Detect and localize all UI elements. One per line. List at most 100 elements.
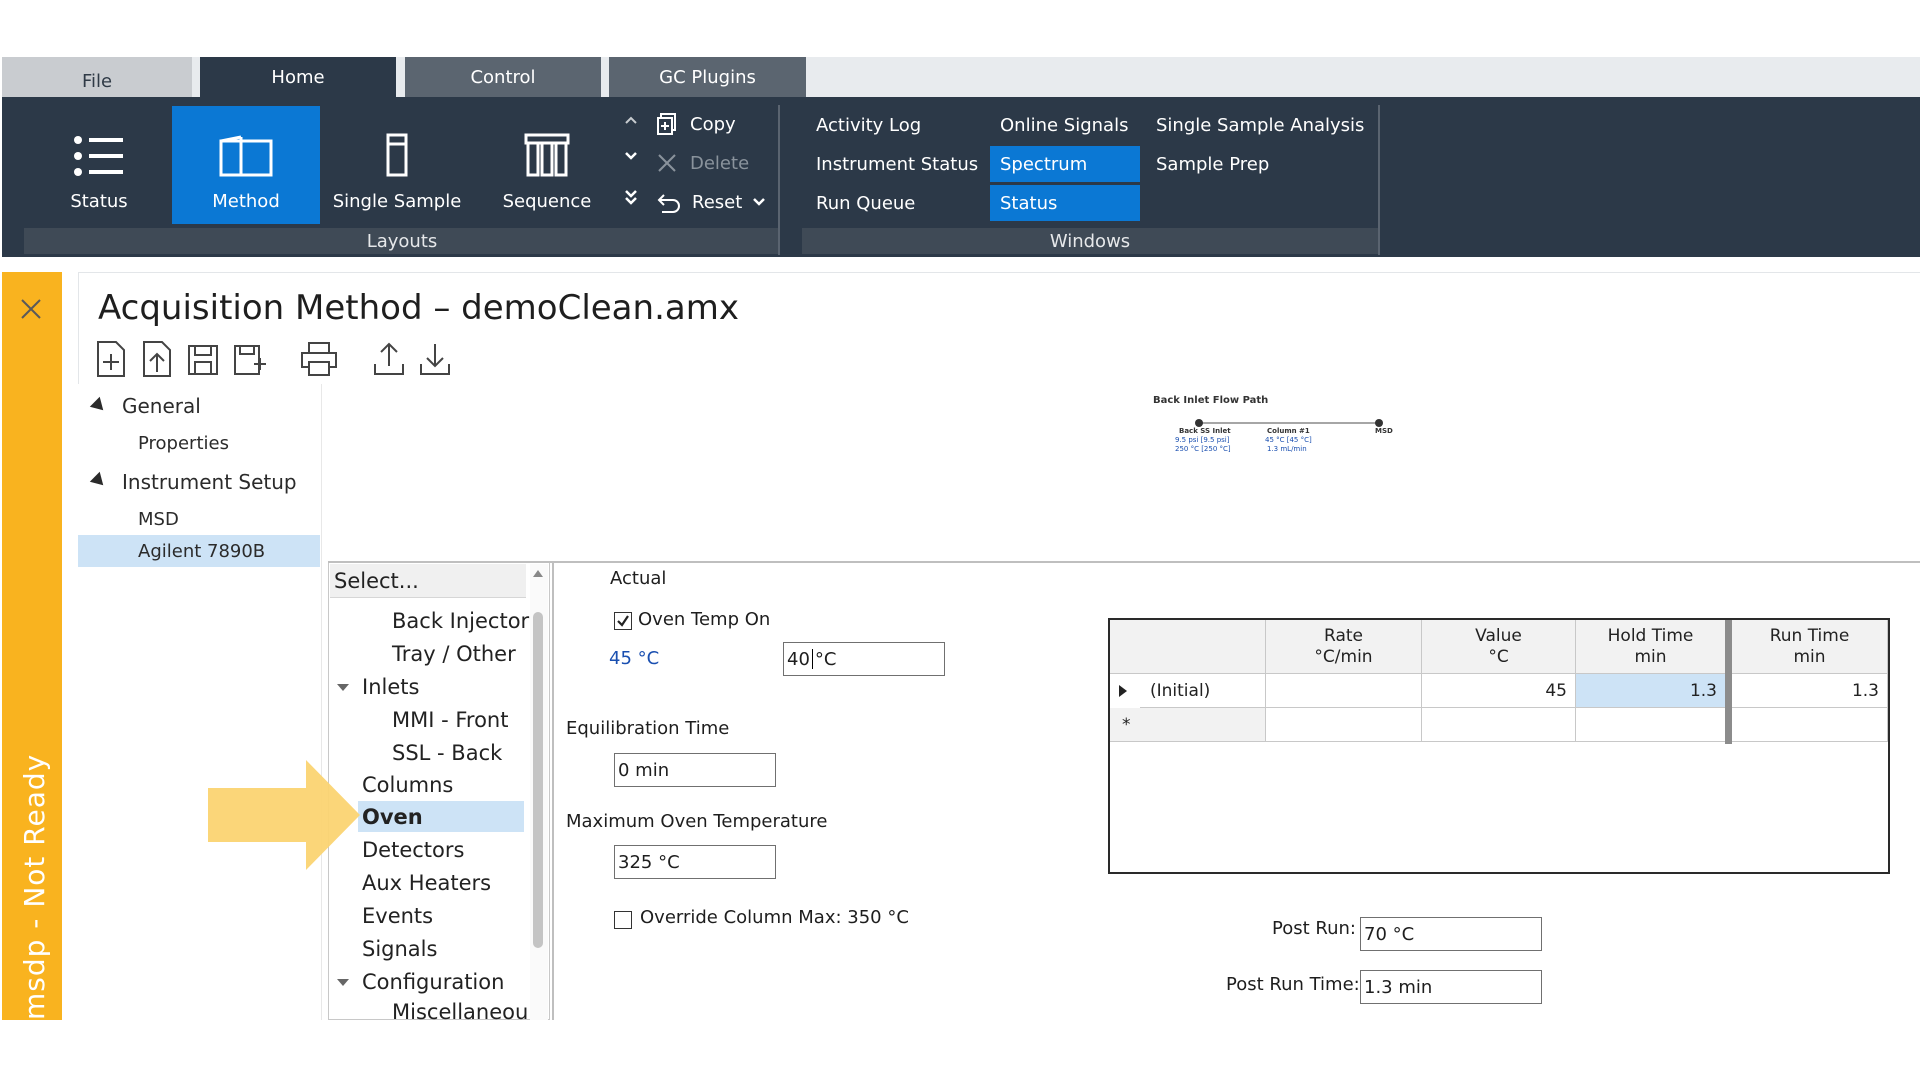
row-selector-icon bbox=[1119, 685, 1127, 697]
nav-agilent-7890b[interactable]: Agilent 7890B bbox=[78, 535, 320, 567]
table-row-label: (Initial) bbox=[1140, 674, 1266, 708]
oven-temp-on-checkbox[interactable] bbox=[614, 612, 632, 630]
tree-item-events[interactable]: Events bbox=[362, 901, 433, 931]
rate-cell[interactable] bbox=[1266, 708, 1422, 742]
oven-setpoint-input[interactable]: 40 °C bbox=[783, 642, 945, 676]
sequence-layout-button[interactable]: Sequence bbox=[476, 106, 618, 224]
tree-item-mmi-front[interactable]: MMI - Front bbox=[392, 705, 508, 735]
list-icon bbox=[74, 136, 123, 176]
vial-icon bbox=[386, 133, 408, 177]
single-sample-analysis-button[interactable]: Single Sample Analysis bbox=[1146, 107, 1370, 143]
run-time-column-header[interactable]: Run Time min bbox=[1732, 620, 1888, 674]
close-icon[interactable] bbox=[16, 294, 46, 324]
equilibration-time-input[interactable]: 0 min bbox=[614, 753, 776, 787]
hold-time-cell[interactable]: 1.3 bbox=[1576, 674, 1726, 708]
tab-file[interactable]: File bbox=[2, 57, 192, 97]
nav-properties[interactable]: Properties bbox=[138, 430, 229, 456]
status-layout-button[interactable]: Status bbox=[24, 106, 174, 224]
hold-time-header-unit: min bbox=[1634, 647, 1667, 667]
ribbon-separator bbox=[778, 105, 780, 255]
rate-header-title: Rate bbox=[1324, 626, 1363, 646]
text-cursor bbox=[811, 649, 813, 669]
sample-prep-button[interactable]: Sample Prep bbox=[1146, 146, 1370, 182]
flow-inlet-name: Back SS Inlet bbox=[1179, 427, 1231, 435]
open-file-icon[interactable] bbox=[140, 340, 174, 378]
nav-general[interactable]: General bbox=[122, 392, 201, 420]
flow-inlet-pressure: 9.5 psi [9.5 psi] bbox=[1175, 436, 1230, 444]
expand-arrow-icon[interactable] bbox=[337, 979, 349, 986]
tree-item-columns[interactable]: Columns bbox=[362, 770, 453, 800]
tab-control[interactable]: Control bbox=[405, 57, 601, 97]
single-sample-layout-button[interactable]: Single Sample bbox=[320, 106, 474, 224]
override-column-max-checkbox[interactable] bbox=[614, 911, 632, 929]
instrument-status-button[interactable]: Instrument Status bbox=[806, 146, 986, 182]
tree-item-detectors[interactable]: Detectors bbox=[362, 835, 464, 865]
export-icon[interactable] bbox=[372, 340, 406, 378]
nav-msd[interactable]: MSD bbox=[138, 506, 179, 532]
print-icon[interactable] bbox=[300, 340, 338, 378]
checkmark-icon bbox=[617, 615, 629, 627]
scroll-up-icon[interactable] bbox=[533, 570, 543, 577]
tree-select-header[interactable]: Select... bbox=[330, 564, 526, 598]
max-oven-temp-input[interactable]: 325 °C bbox=[614, 845, 776, 879]
page-title: Acquisition Method – demoClean.amx bbox=[98, 288, 739, 328]
save-as-icon[interactable] bbox=[232, 340, 266, 378]
rate-header-unit: °C/min bbox=[1314, 647, 1373, 667]
tree-item-inlets[interactable]: Inlets bbox=[362, 672, 419, 702]
import-icon[interactable] bbox=[418, 340, 452, 378]
expand-more-icon[interactable] bbox=[624, 189, 638, 205]
instrument-status-text: msdp - Not Ready bbox=[18, 753, 51, 1020]
chevron-down-icon[interactable] bbox=[624, 151, 638, 161]
run-time-header-unit: min bbox=[1793, 647, 1826, 667]
method-layout-button[interactable]: Method bbox=[172, 106, 320, 224]
rate-cell[interactable] bbox=[1266, 674, 1422, 708]
online-signals-button[interactable]: Online Signals bbox=[990, 107, 1140, 143]
tree-item-signals[interactable]: Signals bbox=[362, 934, 437, 964]
reset-button[interactable]: Reset bbox=[656, 187, 766, 217]
tree-item-aux-heaters[interactable]: Aux Heaters bbox=[362, 868, 491, 898]
post-run-time-input[interactable]: 1.3 min bbox=[1360, 970, 1542, 1004]
section-divider bbox=[328, 561, 1920, 563]
max-oven-temp-label: Maximum Oven Temperature bbox=[566, 811, 828, 832]
hold-time-column-header[interactable]: Hold Time min bbox=[1576, 620, 1726, 674]
status-window-button[interactable]: Status bbox=[990, 185, 1140, 221]
flow-column-flow: 1.3 mL/min bbox=[1267, 445, 1307, 453]
tree-item-back-injector[interactable]: Back Injector bbox=[392, 606, 529, 636]
tree-item-ssl-back[interactable]: SSL - Back bbox=[392, 738, 502, 768]
layouts-group-label: Layouts bbox=[24, 228, 780, 254]
method-layout-label: Method bbox=[212, 191, 280, 212]
value-cell[interactable] bbox=[1422, 708, 1576, 742]
run-time-cell: 1.3 bbox=[1732, 674, 1888, 708]
hold-time-header-title: Hold Time bbox=[1607, 626, 1694, 646]
copy-button[interactable]: Copy bbox=[656, 109, 736, 139]
post-run-time-label: Post Run Time: bbox=[1226, 974, 1360, 995]
flow-detector-name: MSD bbox=[1375, 427, 1393, 435]
pointer-arrow-icon bbox=[208, 760, 360, 870]
tree-item-miscellaneous[interactable]: Miscellaneou bbox=[392, 1000, 528, 1020]
save-icon[interactable] bbox=[186, 340, 220, 378]
tab-home[interactable]: Home bbox=[200, 57, 396, 97]
oven-setpoint-unit: °C bbox=[814, 648, 837, 670]
spectrum-button[interactable]: Spectrum bbox=[990, 146, 1140, 182]
oven-setpoint-value: 40 bbox=[787, 648, 810, 670]
hold-time-cell[interactable] bbox=[1576, 708, 1726, 742]
tree-item-configuration[interactable]: Configuration bbox=[362, 967, 504, 997]
post-run-input[interactable]: 70 °C bbox=[1360, 917, 1542, 951]
delete-button[interactable]: Delete bbox=[656, 148, 749, 178]
nav-instrument-setup[interactable]: Instrument Setup bbox=[122, 468, 297, 496]
chevron-up-icon[interactable] bbox=[624, 115, 638, 125]
value-column-header[interactable]: Value °C bbox=[1422, 620, 1576, 674]
run-queue-button[interactable]: Run Queue bbox=[806, 185, 986, 221]
tree-scroll-thumb[interactable] bbox=[533, 612, 543, 948]
frozen-column-divider bbox=[1725, 620, 1732, 744]
value-cell[interactable]: 45 bbox=[1422, 674, 1576, 708]
expand-arrow-icon[interactable] bbox=[337, 684, 349, 691]
tree-item-oven[interactable]: Oven bbox=[358, 801, 524, 832]
new-file-icon[interactable] bbox=[94, 340, 128, 378]
value-header-unit: °C bbox=[1488, 647, 1509, 667]
tree-item-tray-other[interactable]: Tray / Other bbox=[392, 639, 516, 669]
rate-column-header[interactable]: Rate °C/min bbox=[1266, 620, 1422, 674]
flow-inlet-temp: 250 °C [250 °C] bbox=[1175, 445, 1231, 453]
activity-log-button[interactable]: Activity Log bbox=[806, 107, 986, 143]
tab-gc-plugins[interactable]: GC Plugins bbox=[609, 57, 806, 97]
